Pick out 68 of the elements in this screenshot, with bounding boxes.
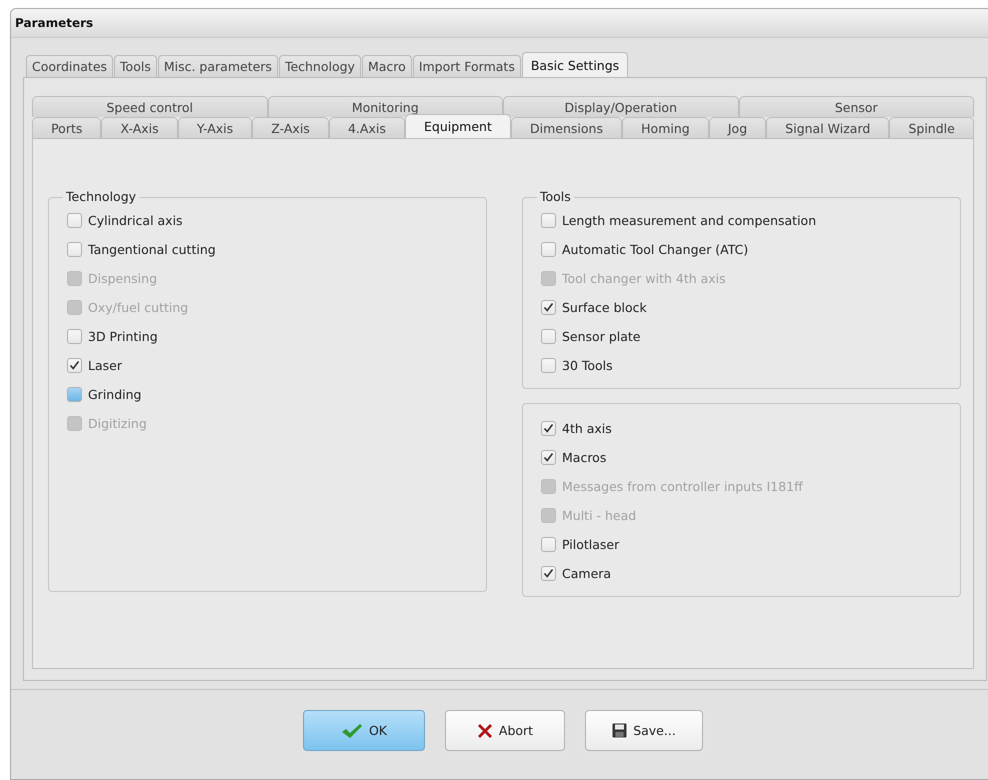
- checkbox[interactable]: [67, 242, 82, 257]
- tab[interactable]: 4.Axis: [328, 117, 405, 138]
- tab[interactable]: Ports: [32, 117, 102, 138]
- group-title: Tools: [537, 189, 574, 204]
- tab[interactable]: Basic Settings: [522, 52, 628, 77]
- checkbox[interactable]: [541, 242, 556, 257]
- option-label: Tool changer with 4th axis: [562, 271, 726, 286]
- option-label: 30 Tools: [562, 358, 613, 373]
- tab[interactable]: Coordinates: [26, 55, 114, 77]
- tab[interactable]: Equipment: [404, 114, 511, 138]
- option-label: Automatic Tool Changer (ATC): [562, 242, 748, 257]
- dialog-button[interactable]: Save...: [585, 710, 703, 751]
- checkbox[interactable]: [541, 566, 556, 581]
- checkbox[interactable]: [541, 537, 556, 552]
- option-label: Messages from controller inputs I181ff: [562, 479, 803, 494]
- option-label: 3D Printing: [88, 329, 158, 344]
- tab[interactable]: X-Axis: [101, 117, 178, 138]
- close-icon: [476, 722, 493, 738]
- option-label: Sensor plate: [562, 329, 640, 344]
- option-label: Length measurement and compensation: [562, 213, 816, 228]
- window-title: Parameters: [11, 9, 988, 38]
- checkbox[interactable]: [541, 421, 556, 436]
- option-label: Surface block: [562, 300, 647, 315]
- checkbox[interactable]: [541, 450, 556, 465]
- dialog-button[interactable]: OK: [303, 710, 425, 751]
- tab[interactable]: Misc. parameters: [158, 55, 278, 77]
- checkbox[interactable]: [541, 300, 556, 315]
- option-label: Cylindrical axis: [88, 213, 183, 228]
- checkbox[interactable]: [541, 213, 556, 228]
- tab[interactable]: Technology: [278, 55, 361, 77]
- tab[interactable]: Display/Operation: [503, 96, 738, 117]
- checkbox[interactable]: [67, 329, 82, 344]
- option-label: Multi - head: [562, 508, 636, 523]
- dialog-button[interactable]: Abort: [445, 710, 565, 751]
- option-label: Camera: [562, 566, 612, 581]
- checkbox[interactable]: [541, 358, 556, 373]
- check-icon: [543, 423, 554, 434]
- tab[interactable]: Homing: [622, 117, 709, 138]
- check-icon: [340, 722, 363, 738]
- option-label: Grinding: [88, 387, 142, 402]
- check-icon: [543, 452, 554, 463]
- tab[interactable]: Jog: [708, 117, 766, 138]
- tab[interactable]: Tools: [114, 55, 157, 77]
- option-label: 4th axis: [562, 421, 612, 436]
- tab[interactable]: Import Formats: [412, 55, 521, 77]
- option-label: Macros: [562, 450, 606, 465]
- tab[interactable]: Macro: [362, 55, 412, 77]
- tab[interactable]: Speed control: [32, 96, 268, 117]
- tab[interactable]: Sensor: [738, 96, 974, 117]
- tab[interactable]: Y-Axis: [178, 117, 252, 138]
- option-label: Laser: [88, 358, 122, 373]
- option-label: Dispensing: [88, 271, 158, 286]
- check-icon: [543, 302, 554, 313]
- option-label: Tangentional cutting: [88, 242, 216, 257]
- check-icon: [543, 568, 554, 579]
- checkbox[interactable]: [67, 213, 82, 228]
- option-label: Pilotlaser: [562, 537, 620, 552]
- checkbox[interactable]: [67, 358, 82, 373]
- option-label: Digitizing: [88, 416, 147, 431]
- option-label: Oxy/fuel cutting: [88, 300, 188, 315]
- tab[interactable]: Signal Wizard: [766, 117, 890, 138]
- tab[interactable]: Z-Axis: [252, 117, 329, 138]
- tab[interactable]: Spindle: [889, 117, 974, 138]
- checkbox[interactable]: [541, 329, 556, 344]
- tab[interactable]: Monitoring: [268, 96, 503, 117]
- check-icon: [69, 360, 80, 371]
- tab[interactable]: Dimensions: [510, 117, 622, 138]
- group-title: Technology: [63, 189, 140, 204]
